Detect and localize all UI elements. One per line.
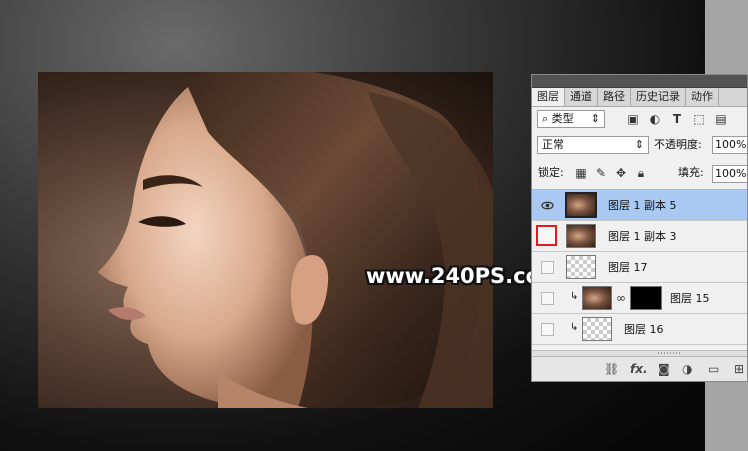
filter-pixel-icon[interactable]: ▣	[626, 112, 640, 126]
layer-row[interactable]: 图层 17	[532, 252, 747, 283]
panel-bottom-bar: ⛓ fx. ◙ ◑ ▭ ⊞	[532, 356, 747, 381]
layer-thumbnail	[565, 192, 597, 218]
lock-transparent-icon[interactable]: ▦	[574, 166, 588, 180]
lock-all-icon[interactable]: 🔒︎	[634, 166, 648, 180]
blend-mode-select[interactable]: 正常 ⇕	[537, 136, 649, 154]
lock-label: 锁定:	[538, 166, 564, 179]
layer-row[interactable]: ↳ ∞ 图层 15	[532, 283, 747, 314]
visibility-toggle[interactable]	[541, 292, 554, 305]
fill-input[interactable]: 100%	[712, 165, 747, 183]
filter-smartobject-icon[interactable]: ▤	[714, 112, 728, 126]
adjustment-icon[interactable]: ◑	[682, 362, 692, 376]
mask-icon[interactable]: ◙	[658, 362, 670, 376]
blend-mode-value: 正常	[542, 138, 564, 151]
layer-thumbnail	[566, 224, 596, 248]
fx-icon[interactable]: fx.	[630, 362, 648, 376]
layers-panel: 图层 通道 路径 历史记录 动作 ⌕ 类型 ⇕ ▣ ◐ T ⬚ ▤ 正常 ⇕ 不…	[531, 74, 748, 382]
layer-name: 图层 1 副本 5	[608, 199, 677, 212]
lock-row: 锁定: ▦ ✎ ✥ 🔒︎ 填充: 100%	[532, 163, 747, 185]
panel-tabs: 图层 通道 路径 历史记录 动作	[532, 88, 747, 107]
search-icon: ⌕	[542, 112, 549, 125]
chain-link-icon[interactable]: ∞	[616, 291, 626, 305]
visibility-toggle-highlighted[interactable]	[536, 225, 557, 246]
tab-channels[interactable]: 通道	[565, 88, 598, 106]
grip-mark	[658, 352, 680, 354]
eye-icon[interactable]	[541, 199, 554, 212]
layer-name: 图层 16	[624, 323, 664, 336]
folder-icon[interactable]: ▭	[708, 362, 719, 376]
filter-adjustment-icon[interactable]: ◐	[648, 112, 662, 126]
layer-name: 图层 17	[608, 261, 648, 274]
opacity-input[interactable]: 100%	[712, 136, 747, 154]
filter-kind-label: 类型	[551, 112, 574, 125]
filter-type-icon[interactable]: T	[670, 112, 684, 126]
tab-history[interactable]: 历史记录	[631, 88, 686, 106]
layer-name: 图层 1 副本 3	[608, 230, 677, 243]
lock-image-brush-icon[interactable]: ✎	[594, 166, 608, 180]
layer-name: 图层 15	[670, 292, 710, 305]
visibility-toggle[interactable]	[541, 323, 554, 336]
portrait-image	[98, 72, 493, 408]
layer-row[interactable]: 图层 1 副本 3	[532, 221, 747, 252]
tab-actions[interactable]: 动作	[686, 88, 719, 106]
link-icon[interactable]: ⛓	[604, 362, 619, 376]
lock-position-move-icon[interactable]: ✥	[614, 166, 628, 180]
stepper-icon: ⇕	[590, 112, 600, 125]
layer-row[interactable]: 图层 1 副本 5	[532, 190, 747, 221]
panel-title-bar[interactable]	[532, 75, 747, 88]
layer-mask-thumbnail[interactable]	[630, 286, 662, 310]
layer-thumbnail	[582, 317, 612, 341]
filter-row: ⌕ 类型 ⇕ ▣ ◐ T ⬚ ▤	[532, 108, 747, 130]
visibility-toggle[interactable]	[541, 261, 554, 274]
new-layer-icon[interactable]: ⊞	[734, 362, 744, 376]
layer-thumbnail	[566, 255, 596, 279]
clipping-arrow-icon: ↳	[570, 291, 579, 302]
filter-kind-select[interactable]: ⌕ 类型 ⇕	[537, 110, 605, 128]
tab-paths[interactable]: 路径	[598, 88, 631, 106]
blend-row: 正常 ⇕ 不透明度: 100%	[532, 134, 747, 156]
layer-thumbnail	[582, 286, 612, 310]
canvas-photo[interactable]	[38, 72, 493, 408]
opacity-label: 不透明度:	[654, 138, 702, 151]
tab-layers[interactable]: 图层	[532, 88, 565, 106]
fill-label: 填充:	[678, 166, 704, 179]
layer-row[interactable]: ↳ 图层 16	[532, 314, 747, 345]
stepper-icon: ⇕	[634, 138, 644, 151]
filter-shape-icon[interactable]: ⬚	[692, 112, 706, 126]
clipping-arrow-icon: ↳	[570, 322, 579, 333]
layers-list: 图层 1 副本 5 图层 1 副本 3 图层 17 ↳ ∞ 图层 15 ↳ 图层…	[532, 189, 747, 350]
